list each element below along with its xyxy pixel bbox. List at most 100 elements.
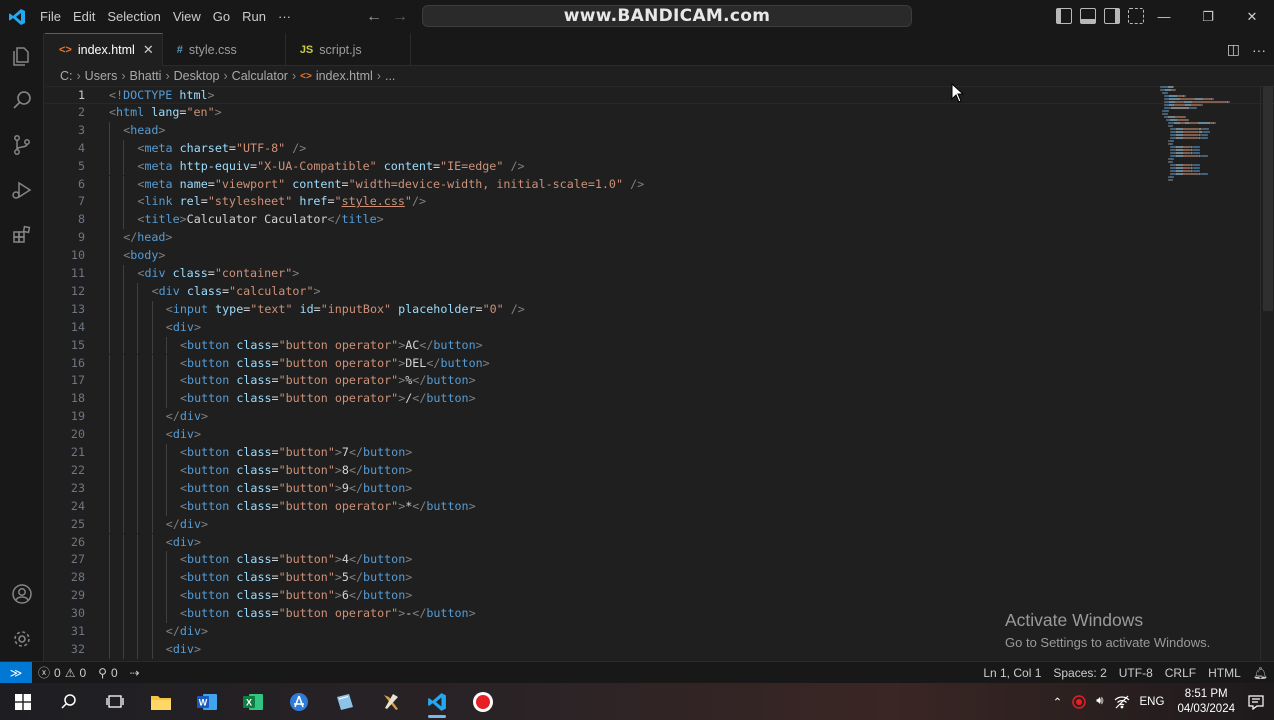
wifi-icon[interactable] <box>1109 695 1135 709</box>
source-control-icon[interactable] <box>8 131 36 159</box>
encoding[interactable]: UTF-8 <box>1113 666 1159 680</box>
menu-item-selection[interactable]: Selection <box>101 0 166 33</box>
indent-guide <box>151 461 153 480</box>
problems-indicator[interactable]: ⓧ 0 ⚠ 0 <box>32 664 92 681</box>
language-mode[interactable]: HTML <box>1202 666 1247 680</box>
tray-record-icon[interactable] <box>1067 694 1091 709</box>
remote-indicator-icon[interactable]: ≫ <box>0 661 32 684</box>
tab-script-js[interactable]: JS script.js <box>286 33 411 66</box>
search-icon[interactable] <box>8 86 36 114</box>
breadcrumb-item[interactable]: Bhatti <box>130 69 162 83</box>
code-token: < <box>165 301 173 316</box>
menu-item-run[interactable]: Run <box>236 0 272 33</box>
code-token: </ <box>165 624 180 638</box>
code-text: <div> <box>166 641 201 659</box>
word-icon[interactable]: W <box>184 683 230 720</box>
input-language[interactable]: ENG <box>1135 696 1170 708</box>
code-line: 27 <button class="button">4</button> <box>45 551 1274 570</box>
menu-item-more[interactable]: ··· <box>272 0 297 33</box>
more-actions-icon[interactable]: ··· <box>1252 42 1266 58</box>
system-clock[interactable]: 8:51 PM 04/03/2024 <box>1169 687 1243 717</box>
notifications-bell-icon[interactable]: 🔔︎ <box>1247 666 1274 680</box>
toggle-secondary-sidebar-icon[interactable] <box>1104 8 1120 24</box>
breadcrumb-item[interactable]: index.html <box>316 69 373 83</box>
menu-item-view[interactable]: View <box>167 0 207 33</box>
command-center[interactable]: www.BANDICAM.com <box>422 5 912 27</box>
code-token: > <box>313 283 321 298</box>
toggle-primary-sidebar-icon[interactable] <box>1056 8 1072 24</box>
code-token: name <box>179 176 208 191</box>
breadcrumb-item[interactable]: Desktop <box>174 69 220 83</box>
code-token: class <box>236 337 272 352</box>
restore-button[interactable]: ❐ <box>1186 0 1230 33</box>
notification-center-icon[interactable] <box>1243 694 1274 710</box>
code-token: = <box>271 606 279 621</box>
indent-guide <box>109 444 110 462</box>
scrollbar-thumb[interactable] <box>1263 86 1273 311</box>
close-window-button[interactable]: ✕ <box>1230 0 1274 33</box>
close-tab-icon[interactable]: ✕ <box>143 42 154 58</box>
minimap-stroke <box>1183 128 1198 130</box>
accounts-icon[interactable] <box>8 580 36 608</box>
toggle-panel-icon[interactable] <box>1080 8 1096 24</box>
vscode-taskbar-icon[interactable] <box>414 683 460 720</box>
windows-start-icon[interactable] <box>0 683 46 720</box>
menu-item-edit[interactable]: Edit <box>67 0 101 33</box>
indent-guide <box>137 461 139 480</box>
code-token: </ <box>348 462 364 477</box>
code-text: </head> <box>123 229 172 247</box>
taskbar-search-icon[interactable] <box>46 683 92 720</box>
excel-icon[interactable]: X <box>230 683 276 720</box>
indent-guide <box>151 354 153 373</box>
warning-icon: ⚠ <box>64 665 76 680</box>
minimap-stroke <box>1172 179 1173 181</box>
live-share-icon[interactable]: ⇢ <box>124 666 146 680</box>
file-explorer-icon[interactable] <box>138 683 184 720</box>
minimap-stroke <box>1180 98 1195 100</box>
code-editor[interactable]: 1 <!DOCTYPE html> 2 <html lang="en"> 3 <head>… <box>45 86 1274 661</box>
code-token: < <box>180 462 188 477</box>
volume-icon[interactable]: 🔊︎ <box>1091 695 1108 708</box>
extensions-icon[interactable] <box>8 221 36 249</box>
back-arrow-icon[interactable]: ← <box>366 8 382 26</box>
breadcrumb-item[interactable]: Calculator <box>232 69 288 83</box>
breadcrumb-item[interactable]: C: <box>60 69 73 83</box>
cursor-position[interactable]: Ln 1, Col 1 <box>977 666 1047 680</box>
menu-item-file[interactable]: File <box>34 0 67 33</box>
run-debug-icon[interactable] <box>8 176 36 204</box>
code-token: 4 <box>341 552 349 567</box>
minimap[interactable] <box>1160 86 1240 186</box>
indentation[interactable]: Spaces: 2 <box>1047 666 1112 680</box>
app-store-icon[interactable] <box>276 683 322 720</box>
code-token: class <box>236 570 272 585</box>
notes-app-icon[interactable] <box>322 683 368 720</box>
code-token: < <box>180 391 188 406</box>
breadcrumb-item[interactable]: Users <box>85 69 118 83</box>
split-editor-icon[interactable]: ◫ <box>1227 41 1240 58</box>
code-text: <button class="button operator">DEL</but… <box>180 355 490 373</box>
line-number: 11 <box>70 266 85 280</box>
code-line: 4 <meta charset="UTF-8" /> <box>45 139 1274 158</box>
tools-app-icon[interactable] <box>368 683 414 720</box>
bandicam-record-icon[interactable] <box>460 683 506 720</box>
show-hidden-icons-chevron-icon[interactable]: ⌃ <box>1048 695 1068 709</box>
tab-index-html[interactable]: <> index.html ✕ <box>45 33 163 66</box>
error-count: 0 <box>54 665 61 680</box>
recording-watermark: www.BANDICAM.com <box>563 6 771 26</box>
minimize-button[interactable]: — <box>1142 0 1186 33</box>
code-token: = <box>271 337 279 352</box>
error-icon: ⓧ <box>38 666 51 680</box>
indent-guide <box>123 623 125 641</box>
breadcrumb-item[interactable]: ... <box>385 69 395 83</box>
vertical-scrollbar[interactable] <box>1260 86 1274 661</box>
ports-indicator[interactable]: ⚲ 0 <box>92 666 123 680</box>
forward-arrow-icon[interactable]: → <box>392 8 408 26</box>
explorer-icon[interactable] <box>8 42 36 70</box>
task-view-icon[interactable] <box>92 683 138 720</box>
settings-gear-icon[interactable] <box>8 625 36 653</box>
code-token: div <box>179 409 201 424</box>
tab-style-css[interactable]: # style.css <box>163 33 286 66</box>
end-of-line[interactable]: CRLF <box>1159 666 1202 680</box>
menu-item-go[interactable]: Go <box>207 0 236 33</box>
